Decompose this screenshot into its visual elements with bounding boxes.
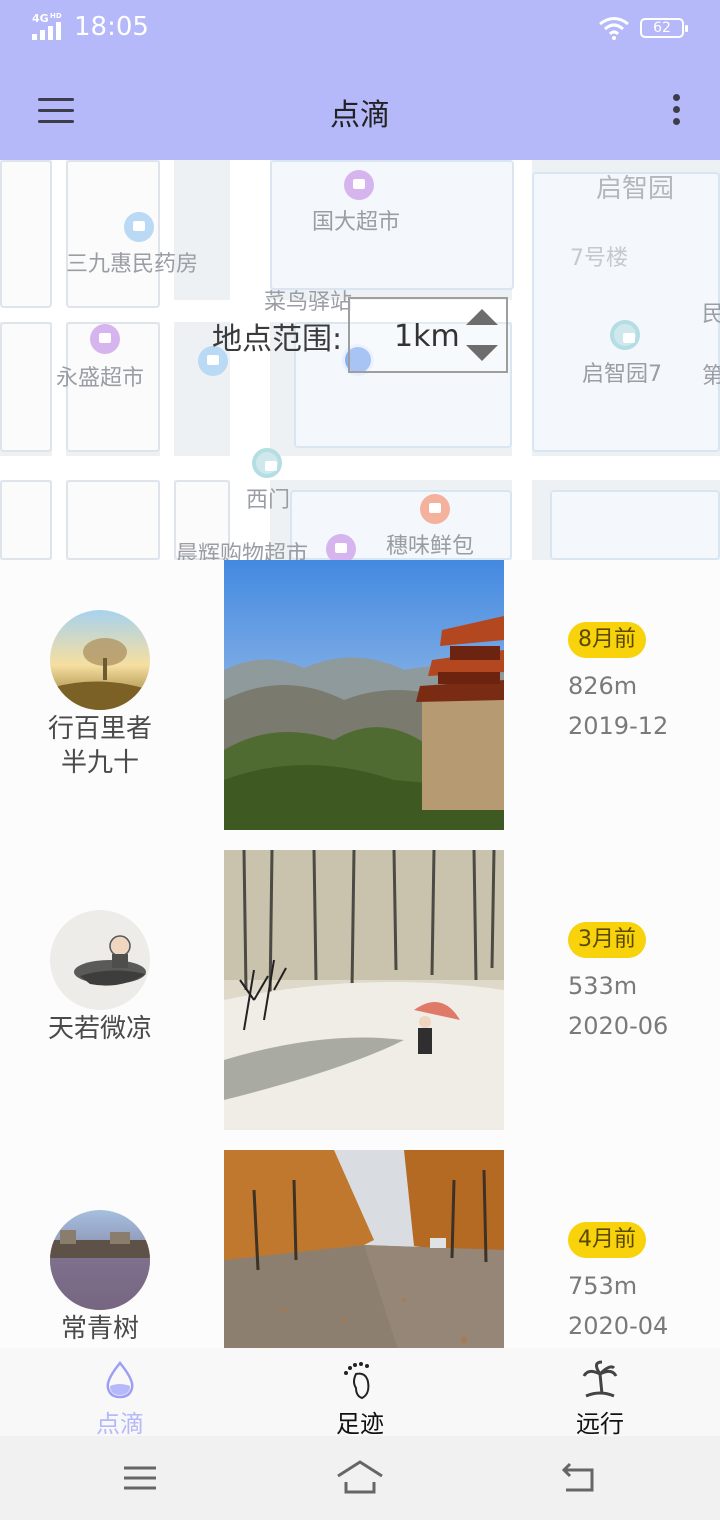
- cellular-signal-icon: 4G HD: [32, 12, 68, 40]
- time-ago-badge: 4月前: [568, 1222, 646, 1258]
- poi-label-ximen[interactable]: 西门: [246, 482, 290, 514]
- list-item[interactable]: 天若微凉 3月前 533m 2020-06: [0, 850, 720, 1160]
- more-vertical-icon[interactable]: [660, 90, 692, 130]
- wifi-icon: [599, 17, 629, 40]
- tab-label: 足迹: [336, 1410, 384, 1438]
- tab-yuanxing[interactable]: 远行: [480, 1348, 720, 1438]
- moments-feed[interactable]: 行百里者 半九十 8月前 826m 2019-12 天若微凉 3月前 533m …: [0, 560, 720, 1348]
- poi-label-suiwei[interactable]: 穗味鲜包: [386, 528, 474, 560]
- poi-label-pharmacy[interactable]: 三九惠民药房: [66, 246, 198, 278]
- map-view[interactable]: 国大超市 启智园 三九惠民药房 7号楼 菜鸟驿站 永盛超市 启智园7 民 第 西…: [0, 160, 720, 560]
- poi-label-yongsheng[interactable]: 永盛超市: [56, 360, 144, 392]
- page-title: 点滴: [330, 98, 390, 133]
- poi-label-min[interactable]: 民: [702, 296, 720, 328]
- footprint-icon: [344, 1362, 370, 1400]
- network-type: 4G: [32, 12, 49, 25]
- restaurant-icon[interactable]: [420, 494, 450, 524]
- gate-icon[interactable]: [252, 448, 282, 478]
- home-icon[interactable]: [336, 1458, 384, 1498]
- date-text: 2020-04: [568, 1312, 669, 1340]
- battery-level: 62: [653, 20, 671, 36]
- avatar[interactable]: [50, 910, 150, 1010]
- bottom-navigation: 点滴 足迹 远行: [0, 1348, 720, 1438]
- app-screen: 4G HD 18:05 62 点滴 国大超市 启智园 三九惠民药房 7号楼 菜鸟…: [0, 0, 720, 1520]
- poi-label-building7[interactable]: 7号楼: [570, 240, 628, 272]
- back-icon[interactable]: [558, 1458, 602, 1498]
- tab-diandi[interactable]: 点滴: [0, 1348, 240, 1438]
- range-decrease-icon[interactable]: [466, 345, 498, 361]
- recent-apps-icon[interactable]: [118, 1458, 162, 1498]
- range-label: 地点范围:: [212, 322, 343, 357]
- water-drop-icon: [106, 1361, 134, 1399]
- poi-label-qizhiyuan7[interactable]: 启智园7: [582, 356, 662, 388]
- date-text: 2019-12: [568, 712, 669, 740]
- status-time: 18:05: [74, 12, 149, 42]
- poi-label-guoda[interactable]: 国大超市: [312, 204, 400, 236]
- snowy-ink-painting-photo[interactable]: [224, 850, 504, 1130]
- range-increase-icon[interactable]: [466, 309, 498, 325]
- supermarket-icon[interactable]: [90, 324, 120, 354]
- poi-label-chenhui[interactable]: 晨辉购物超市: [176, 536, 308, 560]
- distance-text: 826m: [568, 672, 638, 700]
- status-bar: 4G HD 18:05 62: [0, 0, 720, 58]
- app-bar: 点滴: [0, 58, 720, 160]
- author-name: 天若微凉: [47, 1014, 152, 1044]
- pharmacy-icon[interactable]: [124, 212, 154, 242]
- avatar[interactable]: [50, 610, 150, 710]
- tab-label: 远行: [576, 1410, 624, 1438]
- autumn-road-photo[interactable]: [224, 1150, 504, 1348]
- time-ago-badge: 3月前: [568, 922, 646, 958]
- date-text: 2020-06: [568, 1012, 669, 1040]
- author-name: 行百里者: [47, 714, 152, 744]
- distance-text: 753m: [568, 1272, 638, 1300]
- range-value: 1km: [394, 319, 460, 354]
- time-ago-badge: 8月前: [568, 622, 646, 658]
- battery-icon: 62: [640, 18, 688, 38]
- system-navigation-bar: [0, 1436, 720, 1520]
- supermarket-icon[interactable]: [344, 170, 374, 200]
- palm-tree-icon: [582, 1360, 618, 1398]
- mountain-pavilion-photo[interactable]: [224, 560, 504, 830]
- tab-zuji[interactable]: 足迹: [240, 1348, 480, 1438]
- distance-text: 533m: [568, 972, 638, 1000]
- poi-label-cainiao[interactable]: 菜鸟驿站: [264, 284, 352, 316]
- range-stepper[interactable]: 1km: [348, 297, 508, 373]
- tab-label: 点滴: [96, 1410, 144, 1438]
- list-item[interactable]: 行百里者 半九十 8月前 826m 2019-12: [0, 560, 720, 860]
- network-hd-label: HD: [50, 12, 62, 20]
- poi-label-di[interactable]: 第: [702, 358, 720, 390]
- list-item[interactable]: 常青树 4月前 753m 2020-04: [0, 1150, 720, 1348]
- building-icon[interactable]: [610, 320, 640, 350]
- avatar[interactable]: [50, 1210, 150, 1310]
- author-name: 常青树: [60, 1314, 139, 1344]
- poi-label-qizhiyuan[interactable]: 启智园: [596, 168, 674, 205]
- author-name-line2: 半九十: [60, 748, 139, 778]
- supermarket-icon[interactable]: [326, 534, 356, 560]
